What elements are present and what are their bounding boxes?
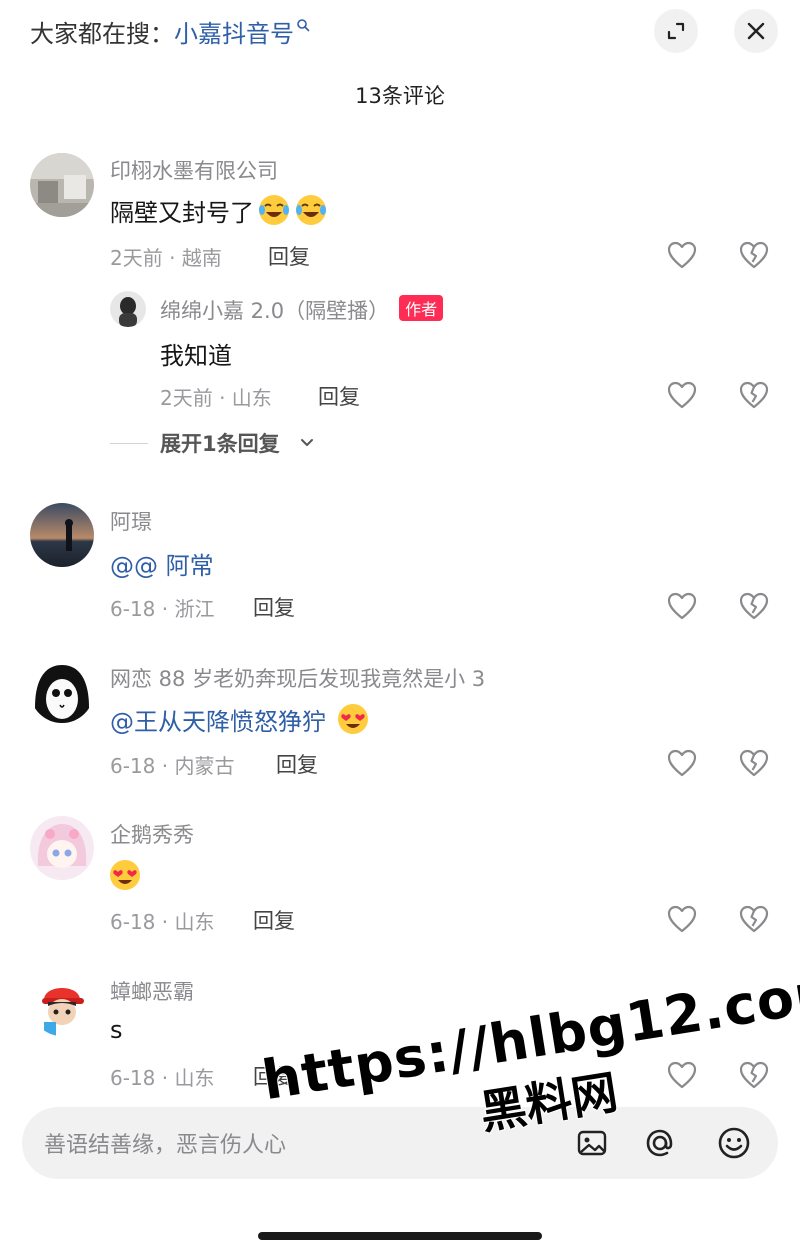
reply-button[interactable]: 回复	[253, 1061, 295, 1091]
comment-count-title: 13条评论	[355, 84, 445, 108]
avatar[interactable]	[30, 503, 94, 567]
home-indicator	[258, 1232, 542, 1240]
broken-heart-icon[interactable]	[739, 381, 769, 409]
avatar[interactable]	[30, 816, 94, 880]
watermark-url: https://hlbg12.com	[257, 956, 800, 1113]
reply-text: 我知道	[160, 342, 232, 370]
fullscreen-button[interactable]	[654, 9, 698, 53]
comment-input[interactable]: 善语结善缘，恶言伤人心	[22, 1107, 778, 1179]
heart-eyes-emoji	[338, 704, 368, 734]
avatar[interactable]	[30, 972, 94, 1036]
broken-heart-icon[interactable]	[739, 592, 769, 620]
mention-link[interactable]: @@ 阿常	[110, 552, 214, 580]
reply-username[interactable]: 绵绵小嘉 2.0（隔壁播） 作者	[160, 295, 444, 325]
broken-heart-icon[interactable]	[739, 749, 769, 777]
comment-text: s	[110, 1016, 123, 1044]
comment-username[interactable]: 阿璟	[110, 506, 152, 536]
broken-heart-icon[interactable]	[739, 241, 769, 269]
close-icon	[747, 22, 765, 40]
comment-meta: 6-18 · 山东	[110, 1066, 215, 1090]
at-mention-icon[interactable]	[642, 1125, 678, 1161]
trending-search[interactable]: 大家都在搜：小嘉抖音号	[30, 14, 310, 49]
chevron-down-icon	[301, 439, 313, 446]
heart-icon[interactable]	[667, 749, 697, 777]
heart-icon[interactable]	[667, 1061, 697, 1089]
comment-meta: 2天前 · 越南	[110, 246, 222, 270]
heart-eyes-emoji	[110, 860, 140, 890]
comment-username[interactable]: 印栩水墨有限公司	[110, 155, 278, 185]
expand-divider	[110, 443, 148, 444]
comment-text	[108, 858, 142, 892]
comment-meta: 6-18 · 浙江	[110, 597, 215, 621]
heart-icon[interactable]	[667, 381, 697, 409]
comment-meta: 6-18 · 内蒙古	[110, 754, 235, 778]
comment-text: @@ 阿常	[110, 546, 214, 581]
comment-text-body: 隔壁又封号了	[110, 199, 254, 227]
reply-button[interactable]: 回复	[253, 592, 295, 622]
comment-text: 隔壁又封号了	[110, 193, 328, 228]
trending-search-label: 大家都在搜：	[30, 20, 174, 48]
mention-link[interactable]: @王从天降愤怒狰狞	[110, 708, 326, 736]
image-icon[interactable]	[574, 1125, 610, 1161]
comment-text: @王从天降愤怒狰狞	[110, 702, 370, 737]
expand-icon	[667, 22, 685, 40]
reply-meta: 2天前 · 山东	[160, 386, 272, 410]
broken-heart-icon[interactable]	[739, 905, 769, 933]
tears-of-joy-emoji	[259, 195, 289, 225]
reply-button[interactable]: 回复	[318, 381, 360, 411]
expand-replies-label: 展开1条回复	[160, 432, 280, 456]
heart-icon[interactable]	[667, 592, 697, 620]
heart-icon[interactable]	[667, 905, 697, 933]
top-bar: 大家都在搜：小嘉抖音号	[0, 0, 800, 64]
comment-username[interactable]: 企鹅秀秀	[110, 819, 194, 849]
comment-meta: 6-18 · 山东	[110, 910, 215, 934]
search-icon	[297, 19, 310, 32]
tears-of-joy-emoji	[296, 195, 326, 225]
broken-heart-icon[interactable]	[739, 1061, 769, 1089]
reply-button[interactable]: 回复	[268, 241, 310, 271]
avatar[interactable]	[30, 153, 94, 217]
close-button[interactable]	[734, 9, 778, 53]
reply-button[interactable]: 回复	[253, 905, 295, 935]
reply-avatar[interactable]	[110, 291, 146, 327]
heart-icon[interactable]	[667, 241, 697, 269]
avatar[interactable]	[30, 659, 94, 723]
reply-username-text: 绵绵小嘉 2.0（隔壁播）	[160, 299, 390, 323]
comment-input-placeholder: 善语结善缘，恶言伤人心	[44, 1133, 287, 1158]
emoji-icon[interactable]	[716, 1125, 752, 1161]
reply-button[interactable]: 回复	[276, 749, 318, 779]
comment-username[interactable]: 网恋 88 岁老奶奔现后发现我竟然是小 3	[110, 663, 485, 693]
comment-username[interactable]: 蟑螂恶霸	[110, 976, 194, 1006]
author-badge: 作者	[399, 295, 444, 321]
trending-search-term[interactable]: 小嘉抖音号	[174, 20, 294, 48]
